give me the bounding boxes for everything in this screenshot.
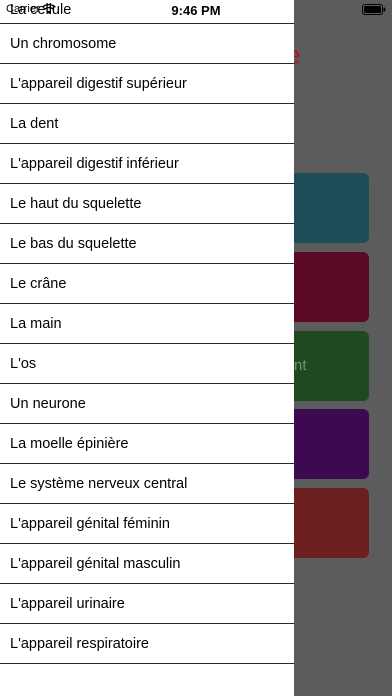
menu-item-label: L'os: [10, 355, 37, 372]
menu-item-moelle-epiniere[interactable]: La moelle épinière: [0, 424, 294, 464]
side-drawer-menu: La cellule Un chromosome L'appareil dige…: [0, 0, 294, 696]
status-time: 9:46 PM: [171, 3, 221, 18]
menu-item-digestif-superieur[interactable]: L'appareil digestif supérieur: [0, 64, 294, 104]
menu-item-label: Le crâne: [10, 275, 67, 292]
menu-item-genital-feminin[interactable]: L'appareil génital féminin: [0, 504, 294, 544]
menu-item-bas-squelette[interactable]: Le bas du squelette: [0, 224, 294, 264]
menu-item-main[interactable]: La main: [0, 304, 294, 344]
status-bar: Carrier 9:46 PM: [0, 0, 392, 20]
menu-item-label: L'appareil digestif supérieur: [10, 75, 187, 92]
background-tile-1: [288, 173, 369, 243]
menu-item-label: L'appareil génital masculin: [10, 555, 181, 572]
menu-item-os[interactable]: L'os: [0, 344, 294, 384]
menu-item-genital-masculin[interactable]: L'appareil génital masculin: [0, 544, 294, 584]
background-tile-4: [288, 409, 369, 479]
background-tile-5: [288, 488, 369, 558]
menu-item-label: Le bas du squelette: [10, 235, 137, 252]
menu-item-label: L'appareil urinaire: [10, 595, 125, 612]
menu-item-label: La dent: [10, 115, 59, 132]
menu-item-digestif-inferieur[interactable]: L'appareil digestif inférieur: [0, 144, 294, 184]
menu-item-urinaire[interactable]: L'appareil urinaire: [0, 584, 294, 624]
background-tile-3-text: nt: [294, 357, 307, 374]
menu-item-haut-squelette[interactable]: Le haut du squelette: [0, 184, 294, 224]
menu-list: La cellule Un chromosome L'appareil dige…: [0, 0, 294, 664]
menu-item-chromosome[interactable]: Un chromosome: [0, 24, 294, 64]
menu-item-label: Le système nerveux central: [10, 475, 188, 492]
menu-item-label: Un chromosome: [10, 35, 117, 52]
menu-item-label: La main: [10, 315, 62, 332]
menu-item-label: La moelle épinière: [10, 435, 129, 452]
menu-item-respiratoire[interactable]: L'appareil respiratoire: [0, 624, 294, 664]
menu-item-neurone[interactable]: Un neurone: [0, 384, 294, 424]
menu-item-label: L'appareil digestif inférieur: [10, 155, 179, 172]
background-tile-2: [288, 252, 369, 322]
menu-item-label: L'appareil respiratoire: [10, 635, 149, 652]
menu-item-label: Un neurone: [10, 395, 86, 412]
menu-item-crane[interactable]: Le crâne: [0, 264, 294, 304]
menu-item-systeme-nerveux[interactable]: Le système nerveux central: [0, 464, 294, 504]
menu-item-label: L'appareil génital féminin: [10, 515, 170, 532]
menu-item-dent[interactable]: La dent: [0, 104, 294, 144]
menu-item-label: Le haut du squelette: [10, 195, 142, 212]
battery-icon: [362, 4, 386, 15]
